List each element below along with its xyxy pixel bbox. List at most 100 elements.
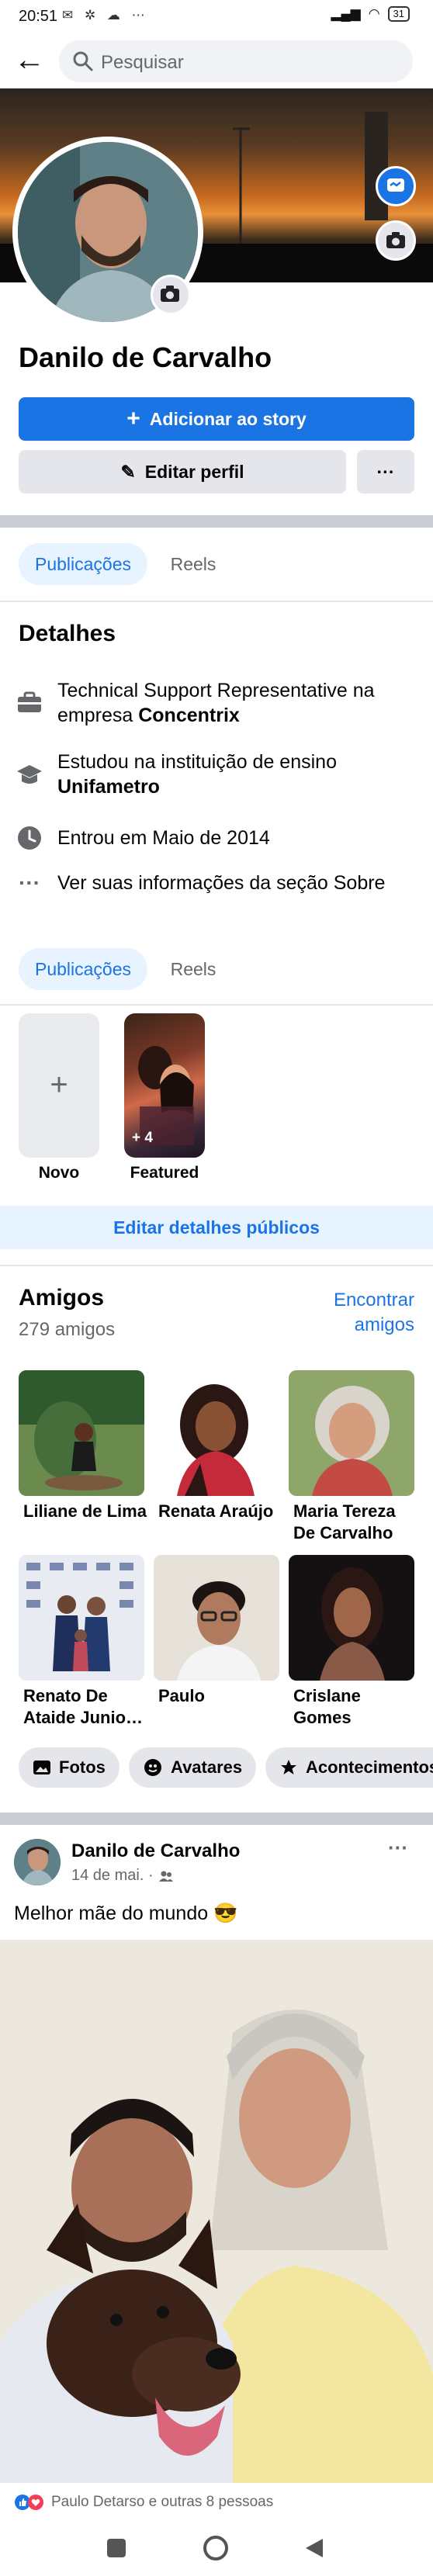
plus-icon: + (50, 1068, 68, 1102)
details-title: Detalhes (19, 621, 116, 646)
camera-icon (161, 286, 179, 302)
android-nav-bar (0, 2522, 433, 2576)
edit-public-details-button[interactable]: Editar detalhes públicos (0, 1206, 433, 1249)
friend-photo[interactable] (289, 1370, 414, 1496)
friend-name[interactable]: Liliane de Lima (23, 1501, 147, 1522)
post-reactions[interactable]: Paulo Detarso e outras 8 pessoas (14, 2494, 273, 2511)
chat-icon (387, 178, 404, 192)
section-divider (0, 515, 433, 528)
featured-card[interactable]: + 4 (124, 1013, 205, 1158)
home-icon[interactable] (203, 2536, 228, 2560)
edit-profile-label: Editar perfil (144, 461, 244, 482)
chip-photos-label: Fotos (59, 1757, 106, 1777)
chip-avatars-label: Avatares (171, 1757, 243, 1777)
back-triangle-icon[interactable] (304, 2537, 324, 2559)
detail-about-link[interactable]: Ver suas informações da seção Sobre (57, 871, 385, 895)
featured-label: Featured (130, 1164, 199, 1182)
back-arrow-icon[interactable]: ← (11, 42, 48, 79)
friend-name[interactable]: Renata Araújo (158, 1501, 282, 1522)
camera-icon (386, 232, 405, 248)
tab-reels[interactable]: Reels (160, 543, 227, 585)
tab-reels-2[interactable]: Reels (160, 948, 227, 990)
friend-image (289, 1370, 414, 1496)
more-icon: ··· (376, 461, 395, 482)
post-author-avatar[interactable] (14, 1839, 61, 1885)
featured-count: + 4 (132, 1130, 153, 1146)
signal-icon: ▂▄▆ (331, 6, 361, 21)
post-meta: 14 de mai. · (71, 1867, 174, 1885)
reactions-text: Paulo Detarso e outras 8 pessoas (51, 2494, 274, 2510)
tabs-divider-2 (0, 1004, 433, 1006)
top-bar: ← Pesquisar (0, 34, 433, 88)
friend-image (154, 1555, 279, 1681)
post-avatar-figure (14, 1839, 61, 1885)
like-love-reaction-icon (15, 2495, 43, 2510)
profile-name: Danilo de Carvalho (19, 341, 272, 373)
friends-audience-icon (158, 1871, 173, 1882)
friends-count: 279 amigos (19, 1319, 116, 1340)
friend-image (154, 1370, 279, 1496)
detail-work: Technical Support Representative na empr… (57, 678, 414, 728)
chip-photos[interactable]: Fotos (19, 1747, 120, 1788)
cover-camera-button[interactable] (376, 220, 416, 261)
friends-divider (0, 1265, 433, 1266)
friend-photo[interactable] (19, 1555, 144, 1681)
friend-name[interactable]: Renato De Ataide Junio… (23, 1685, 147, 1729)
avatar-face-icon (144, 1759, 161, 1776)
post-date[interactable]: 14 de mai. · (71, 1867, 154, 1885)
friend-name[interactable]: Crislane Gomes (293, 1685, 417, 1729)
post-divider (0, 1813, 433, 1825)
detail-work-company[interactable]: Concentrix (138, 705, 240, 726)
tabs-divider (0, 601, 433, 602)
detail-study-prefix: Estudou na instituição de ensino (57, 751, 337, 773)
more-options-button[interactable]: ··· (357, 450, 414, 493)
tab-publicacoes[interactable]: Publicações (19, 543, 147, 585)
find-friends-link[interactable]: Encontrar amigos (310, 1288, 414, 1338)
recents-icon[interactable] (107, 2539, 126, 2557)
chip-events[interactable]: Acontecimentos (265, 1747, 433, 1788)
friend-photo[interactable] (289, 1555, 414, 1681)
briefcase-icon (18, 691, 41, 712)
friend-photo[interactable] (154, 1370, 279, 1496)
friend-name[interactable]: Maria Tereza De Carvalho (293, 1501, 417, 1544)
detail-study: Estudou na instituição de ensino Unifame… (57, 750, 414, 799)
system-icons: ▂▄▆ ◠ 31 (331, 6, 410, 22)
search-input[interactable]: Pesquisar (59, 40, 413, 82)
chip-avatars[interactable]: Avatares (129, 1747, 257, 1788)
clock-icon (18, 826, 41, 850)
friend-image (19, 1555, 144, 1681)
cover-messenger-button[interactable] (376, 166, 416, 206)
avatar-camera-button[interactable] (151, 275, 191, 315)
ellipsis-icon: ··· (19, 871, 40, 895)
graduation-cap-icon (17, 765, 42, 784)
edit-profile-button[interactable]: ✎ Editar perfil (19, 450, 346, 493)
pencil-icon: ✎ (120, 461, 136, 482)
battery-icon: 31 (387, 6, 410, 22)
photo-icon (33, 1761, 50, 1774)
search-placeholder: Pesquisar (101, 52, 184, 73)
search-icon (73, 51, 93, 71)
post-text: Melhor mãe do mundo 😎 (14, 1903, 238, 1924)
add-story-label: Adicionar ao story (149, 408, 307, 429)
post-options-icon[interactable]: ··· (388, 1836, 408, 1860)
detail-joined: Entrou em Maio de 2014 (57, 827, 270, 849)
friend-image (19, 1370, 144, 1496)
friend-name[interactable]: Paulo (158, 1685, 282, 1707)
add-story-button[interactable]: + Adicionar ao story (19, 397, 414, 441)
new-featured-card[interactable]: + (19, 1013, 99, 1158)
notification-icons: ✉ ✲ ☁ ⋯ (62, 8, 149, 23)
new-featured-label: Novo (38, 1164, 80, 1182)
post-photo[interactable] (0, 1940, 433, 2483)
post-author[interactable]: Danilo de Carvalho (71, 1840, 240, 1862)
friend-image (289, 1555, 414, 1681)
chip-events-label: Acontecimentos (306, 1757, 433, 1777)
friend-photo[interactable] (19, 1370, 144, 1496)
status-time: 20:51 (19, 8, 58, 25)
detail-study-school[interactable]: Unifametro (57, 776, 160, 798)
friend-photo[interactable] (154, 1555, 279, 1681)
friends-title: Amigos (19, 1285, 105, 1311)
tab-publicacoes-2[interactable]: Publicações (19, 948, 147, 990)
status-bar: 20:51 ✉ ✲ ☁ ⋯ ▂▄▆ ◠ 31 (0, 0, 433, 34)
wifi-icon: ◠ (368, 6, 380, 21)
star-icon (281, 1760, 296, 1774)
